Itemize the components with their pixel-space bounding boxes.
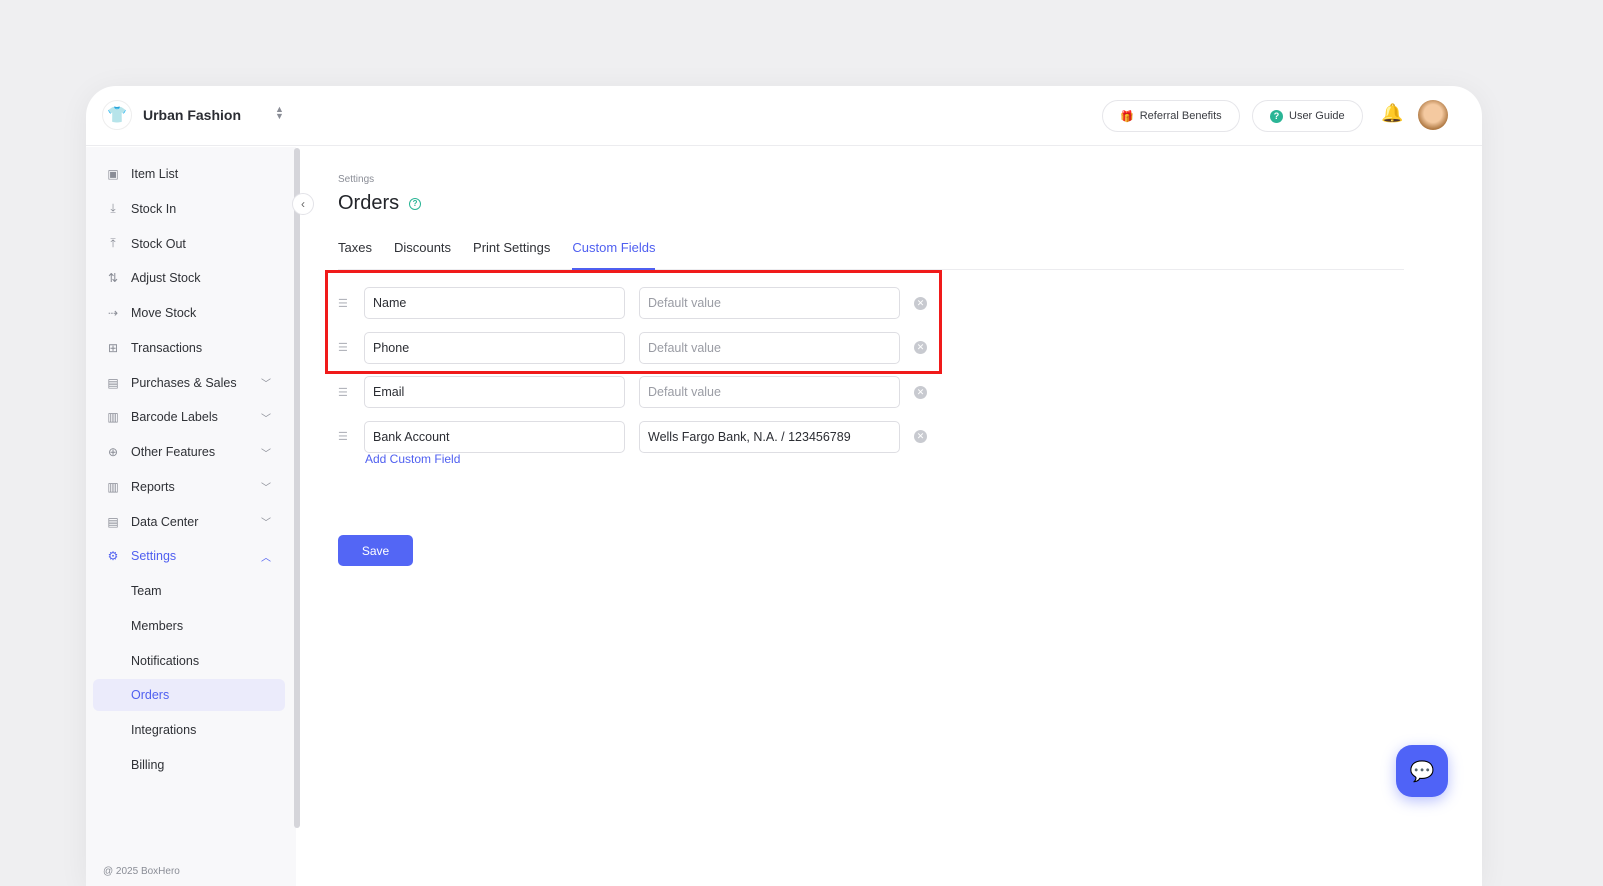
main-content: Settings Orders? Taxes Discounts Print S… [303,147,1482,886]
drag-handle-icon[interactable]: ☰ [338,297,364,310]
arrow-right-icon: ⇢ [107,306,119,320]
chat-icon: 💬 [1409,760,1435,783]
sidebar-item-settings[interactable]: ⚙ Settings ︿ [93,540,285,572]
default-value-input[interactable]: Default value [639,287,900,319]
drag-handle-icon[interactable]: ☰ [338,386,364,399]
remove-field-icon[interactable]: ✕ [914,385,927,399]
database-icon: ▤ [107,514,119,529]
avatar[interactable] [1418,100,1448,130]
remove-field-icon[interactable]: ✕ [914,430,927,443]
arrow-up-icon: ⤒ [110,236,116,250]
sidebar-item-orders[interactable]: Orders [93,679,285,712]
add-custom-field-link[interactable]: Add Custom Field [365,452,460,466]
sidebar-item-barcode-labels[interactable]: ▥ Barcode Labels ﹀ [93,401,285,433]
copyright: @ 2025 BoxHero [103,866,180,877]
tab-custom-fields[interactable]: Custom Fields [572,236,656,270]
sidebar-scrollbar[interactable] [294,148,300,828]
collapse-sidebar-button[interactable]: ‹ [292,193,314,215]
sidebar-item-data-center[interactable]: ▤ Data Center ﹀ [93,506,285,538]
app-window: 👕 Urban Fashion ▲ ▼ 🎁 Referral Benefits ? U… [86,86,1482,886]
save-button[interactable]: Save [338,535,413,566]
chevron-down-icon: ﹀ [261,379,271,390]
chart-icon: ▥ [107,479,119,494]
sidebar-item-transactions[interactable]: ⊞ Transactions [93,332,285,364]
custom-field-row: ☰ Email Default value ✕ [338,376,927,408]
remove-field-icon[interactable]: ✕ [914,341,927,354]
drag-handle-icon[interactable]: ☰ [338,430,364,443]
document-icon: ▤ [107,375,119,390]
custom-field-row: ☰ Bank Account Wells Fargo Bank, N.A. / … [338,420,927,453]
chevron-up-icon: ︿ [261,552,271,564]
tab-discounts[interactable]: Discounts [394,236,451,270]
tabs: Taxes Discounts Print Settings Custom Fi… [338,236,1404,270]
sidebar: @ 2025 BoxHero ▣ Item List ⤓ Stock In ⤒ Stock… [86,147,296,886]
default-value-input[interactable]: Wells Fargo Bank, N.A. / 123456789 [639,420,900,453]
page-title: Orders [338,192,400,214]
field-name-input[interactable]: Bank Account [364,420,625,453]
user-guide-button[interactable]: ? User Guide [1252,100,1363,132]
store-name[interactable]: Urban Fashion [143,107,241,123]
top-bar: 👕 Urban Fashion ▲ ▼ 🎁 Referral Benefits ? U… [86,86,1482,146]
sidebar-item-billing[interactable]: Billing [93,749,285,781]
chevron-down-icon: ﹀ [261,483,271,495]
custom-field-row: ☰ Phone Default value ✕ [338,331,927,364]
store-switch-icon[interactable]: ▲ ▼ [275,105,284,121]
remove-field-icon[interactable]: ✕ [914,296,927,310]
transactions-icon: ⊞ [107,340,119,355]
help-icon[interactable]: ? [409,197,422,210]
custom-field-row: ☰ Name Default value ✕ [338,287,927,319]
sidebar-item-purchases-sales[interactable]: ▤ Purchases & Sales ﹀ [93,367,285,399]
box-icon: ▣ [107,167,119,181]
sidebar-item-stock-in[interactable]: ⤓ Stock In [93,193,285,225]
field-name-input[interactable]: Phone [364,331,625,364]
tab-print-settings[interactable]: Print Settings [473,236,550,270]
referral-benefits-button[interactable]: 🎁 Referral Benefits [1102,100,1240,132]
sidebar-item-move-stock[interactable]: ⇢ Move Stock [93,297,285,329]
store-logo: 👕 [102,100,132,130]
field-name-input[interactable]: Email [364,376,625,408]
sidebar-item-item-list[interactable]: ▣ Item List [93,158,285,190]
gear-icon: ⚙ [107,549,119,564]
sidebar-item-team[interactable]: Team [93,575,285,607]
drag-handle-icon[interactable]: ☰ [338,341,364,354]
bell-icon[interactable]: 🔔 [1381,103,1403,124]
sidebar-item-reports[interactable]: ▥ Reports ﹀ [93,471,285,503]
gift-icon: 🎁 [1120,110,1134,123]
chat-support-button[interactable]: 💬 [1396,745,1448,797]
field-name-input[interactable]: Name [364,287,625,319]
chevron-down-icon: ﹀ [261,448,271,460]
tab-taxes[interactable]: Taxes [338,236,372,270]
barcode-icon: ▥ [107,410,119,425]
chevron-down-icon: ﹀ [261,413,271,425]
default-value-input[interactable]: Default value [639,331,900,364]
sidebar-item-adjust-stock[interactable]: ⇅ Adjust Stock [93,262,285,294]
default-value-input[interactable]: Default value [639,376,900,408]
sidebar-item-members[interactable]: Members [93,610,285,642]
arrows-updown-icon: ⇅ [107,271,119,286]
sidebar-item-other-features[interactable]: ⊕ Other Features ﹀ [93,436,285,468]
sidebar-item-notifications[interactable]: Notifications [93,645,285,677]
help-icon: ? [1270,109,1283,123]
plus-circle-icon: ⊕ [107,445,119,459]
sidebar-item-stock-out[interactable]: ⤒ Stock Out [93,228,285,260]
breadcrumb[interactable]: Settings [338,174,374,185]
sidebar-item-integrations[interactable]: Integrations [93,714,285,746]
arrow-down-icon: ⤓ [110,201,116,216]
chevron-down-icon: ﹀ [261,518,271,529]
